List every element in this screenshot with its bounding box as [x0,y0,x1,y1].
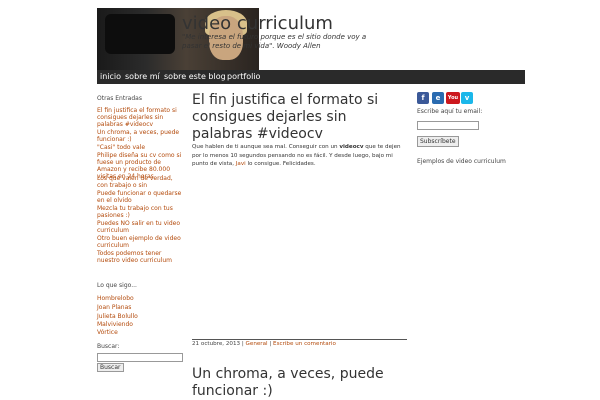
youtube-icon[interactable]: You [446,92,460,104]
facebook-icon[interactable]: f [417,92,429,104]
post-divider [192,339,407,340]
post-date: 21 octubre, 2013 [192,341,241,347]
main-nav: inicio sobre mí sobre este blog portfoli… [97,70,525,84]
search-input[interactable] [97,353,183,362]
post-text-bold: videocv [339,144,364,150]
recent-posts-title: Otras Entradas [97,95,142,102]
follow-link[interactable]: Malviviendo [97,321,133,328]
site-title[interactable]: video curriculum [182,13,333,34]
search-button[interactable]: Buscar [97,363,124,372]
subscribe-button[interactable]: Subscríbete [417,136,459,147]
follow-link[interactable]: Joan Planas [97,304,131,311]
search-label: Buscar: [97,343,120,350]
email-input[interactable] [417,121,479,130]
post-body: Que hablen de ti aunque sea mal. Consegu… [192,143,407,169]
nav-item-sobre-este-blog[interactable]: sobre este blog [164,72,226,81]
recent-post-link[interactable]: Otro buen ejemplo de video curriculum [97,235,185,249]
follow-link[interactable]: Hombrelobo [97,295,134,302]
post-title[interactable]: Un chroma, a veces, puede funcionar :) [192,366,407,400]
recent-post-link[interactable]: El fin justifica el formato si consigues… [97,107,185,128]
post-author-link[interactable]: Javi [236,161,246,167]
site-description: "Me interesa el futuro porque es el siti… [182,33,367,50]
email-label: Escribe aquí tu email: [417,108,483,115]
follow-link[interactable]: Julieta Bolullo [97,313,138,320]
nav-item-inicio[interactable]: inicio [100,72,121,81]
comment-link[interactable]: Escribe un comentario [273,341,336,347]
recent-post-link[interactable]: Puedes NO salir en tu video curriculum [97,220,185,234]
examples-link[interactable]: Ejemplos de video curriculum [417,158,506,165]
recent-post-link[interactable]: Puede funcionar o quedarse en el olvido [97,190,185,204]
vimeo-icon[interactable]: v [461,92,473,104]
category-link[interactable]: General [246,341,268,347]
post-meta: 21 octubre, 2013 | General | Escribe un … [192,341,336,347]
following-title: Lo que sigo... [97,282,137,289]
recent-post-link[interactable]: Los que valen de verdad, con trabajo o s… [97,175,185,189]
recent-post-link[interactable]: Todos podemos tener nuestro video curric… [97,250,185,264]
follow-link[interactable]: Vórtice [97,329,118,336]
post-title[interactable]: El fin justifica el formato si consigues… [192,92,407,143]
blogger-icon[interactable]: e [432,92,444,104]
recent-post-link[interactable]: "Casi" todo vale [97,144,185,151]
nav-item-sobre-mi[interactable]: sobre mí [125,72,160,81]
camera-shape [105,14,175,54]
post-text: lo consigue. Felicidades. [245,161,316,167]
post-text: Que hablen de ti aunque sea mal. Consegu… [192,144,340,150]
recent-post-link[interactable]: Mezcla tu trabajo con tus pasiones :) [97,205,185,219]
recent-post-link[interactable]: Un chroma, a veces, puede funcionar :) [97,129,185,143]
nav-item-portfolio[interactable]: portfolio [227,72,260,81]
